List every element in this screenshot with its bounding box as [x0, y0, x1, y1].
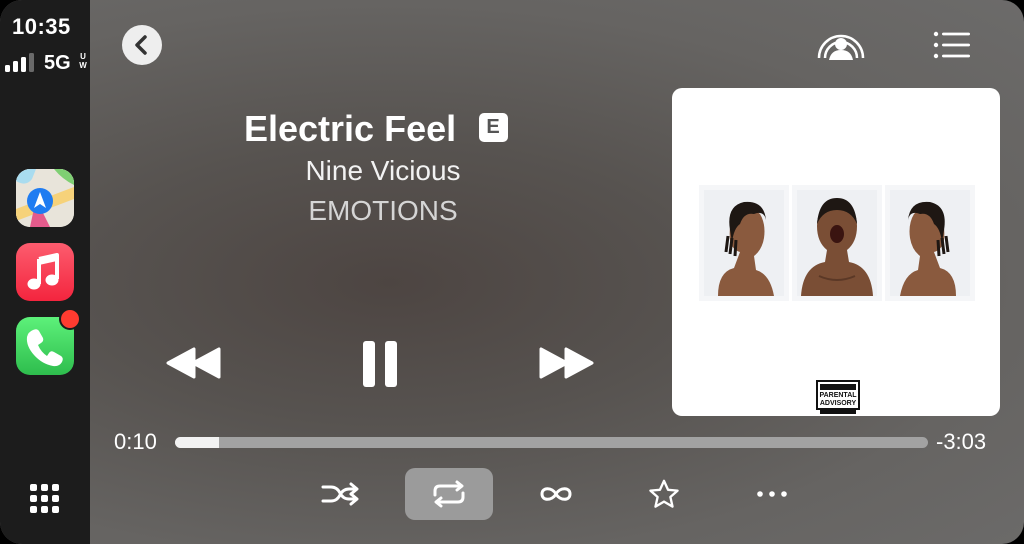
rewind-button[interactable] — [164, 345, 224, 381]
artwork-photo-left — [704, 190, 784, 296]
chevron-left-icon — [135, 35, 147, 55]
signal-strength-icon — [5, 53, 37, 72]
infinity-icon — [540, 487, 572, 501]
favorite-button[interactable] — [620, 468, 708, 520]
autoplay-button[interactable] — [512, 468, 600, 520]
more-options-button[interactable] — [728, 468, 816, 520]
explicit-badge: E — [478, 113, 508, 142]
fast-forward-button[interactable] — [536, 345, 596, 381]
list-icon — [933, 31, 970, 59]
audio-output-button[interactable] — [815, 28, 867, 62]
progress-scrubber[interactable] — [175, 437, 928, 448]
artist-name[interactable]: Nine Vicious — [240, 152, 526, 190]
song-title: Electric Feel — [244, 108, 457, 149]
artwork-photo-right — [890, 190, 970, 296]
music-icon — [27, 253, 59, 290]
rewind-icon — [166, 347, 221, 379]
airplay-audio-icon — [817, 34, 865, 60]
artwork-photo-center — [797, 190, 877, 296]
elapsed-time: 0:10 — [114, 429, 157, 454]
status-time: 10:35 — [12, 14, 71, 39]
app-grid-button[interactable] — [30, 484, 60, 514]
repeat-icon — [433, 480, 465, 508]
maps-app-button[interactable] — [16, 169, 74, 227]
notification-badge — [59, 308, 81, 330]
shuffle-icon — [321, 482, 359, 506]
music-app-button[interactable] — [16, 243, 74, 301]
fast-forward-icon — [539, 347, 594, 379]
carplay-screen: 10:35 5G UW Electric Feel E Nine Vicious… — [0, 0, 1024, 544]
progress-fill — [175, 437, 219, 448]
pause-button[interactable] — [360, 340, 400, 388]
parental-advisory-label: PARENTAL ADVISORY — [816, 380, 860, 414]
status-network: 5G UW — [5, 50, 89, 76]
more-icon — [757, 491, 787, 497]
album-name[interactable]: EMOTIONS — [240, 192, 526, 230]
back-button[interactable] — [122, 25, 162, 65]
shuffle-button[interactable] — [296, 468, 384, 520]
repeat-button[interactable] — [405, 468, 493, 520]
carplay-sidebar: 10:35 5G UW — [0, 0, 90, 544]
queue-button[interactable] — [933, 31, 971, 59]
maps-icon — [16, 169, 74, 227]
remaining-time: -3:03 — [936, 429, 987, 454]
pause-icon — [363, 341, 397, 387]
network-band: UW — [79, 52, 87, 70]
album-artwork[interactable]: PARENTAL ADVISORY — [672, 88, 1000, 416]
star-icon — [649, 479, 679, 508]
phone-app-button[interactable] — [16, 308, 81, 375]
song-title-row: Electric Feel E — [244, 106, 508, 152]
network-type: 5G — [44, 52, 71, 74]
